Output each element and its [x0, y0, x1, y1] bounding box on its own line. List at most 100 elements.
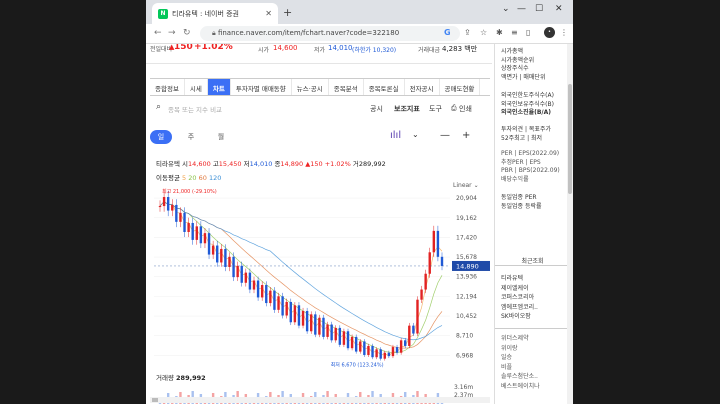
nav-tab[interactable]: 공매도현황 — [440, 79, 481, 95]
candle-body — [322, 317, 325, 337]
maximize-icon[interactable]: ☐ — [535, 4, 543, 14]
nav-tab[interactable]: 전자공시 — [405, 79, 440, 95]
candle-body — [171, 204, 174, 211]
y-tick-label: 20,904 — [456, 195, 477, 202]
new-tab-icon[interactable]: + — [283, 6, 292, 19]
open-value: 14,600 — [273, 44, 298, 52]
candle-body — [416, 299, 419, 334]
indicator-button[interactable]: 보조지표 — [394, 104, 420, 114]
y-tick-label: 19,162 — [456, 215, 477, 222]
low-value: 14,010 — [328, 44, 353, 52]
browser-tab[interactable]: N 티라유텍 : 네이버 증권 ✕ — [152, 3, 278, 24]
compare-search-input[interactable]: 종목 또는 지수 비교 — [168, 104, 222, 114]
address-bar-row: ← → ↻ 🔒︎ finance.naver.com/item/fchart.n… — [146, 24, 573, 44]
low-label: 저가 — [314, 47, 326, 54]
current-price-label: 14,890 — [456, 262, 479, 270]
open-value: 14,600 — [187, 160, 211, 168]
low-limit: (하한가 10,320) — [352, 47, 397, 54]
candle-body — [399, 340, 403, 353]
tools-button[interactable]: 도구 — [429, 104, 442, 114]
bookmark-star-icon[interactable]: ☆ — [480, 28, 487, 37]
candle-body — [220, 248, 223, 263]
ma-120: 120 — [208, 174, 222, 182]
reload-icon[interactable]: ↻ — [183, 28, 191, 38]
nav-tab[interactable]: 종합정보 — [150, 79, 185, 95]
candle-body — [187, 222, 190, 232]
candle-body — [277, 296, 280, 310]
close-window-icon[interactable]: ✕ — [555, 4, 563, 14]
page-content: 전일대비 ▲ 150 +1.02% 시가 14,600 저가 14,010 (하… — [146, 44, 573, 404]
share-icon[interactable]: ⇪ — [464, 28, 471, 37]
volume-tick-label: 3.16m — [454, 384, 473, 391]
y-tick-label: 8,710 — [456, 333, 473, 340]
candle-body — [338, 327, 342, 345]
candle-body — [391, 347, 395, 357]
candle-body — [297, 305, 301, 326]
volume-title: 거래량 — [156, 374, 174, 382]
candle-body — [314, 314, 317, 335]
profile-avatar[interactable]: • — [544, 27, 555, 38]
horizontal-scrollbar[interactable] — [150, 397, 490, 403]
candle-body — [244, 272, 248, 283]
scroll-thumb[interactable] — [568, 84, 572, 194]
volume-info: 거래량 289,992 — [156, 372, 206, 382]
ticker-change: 150 — [174, 44, 193, 52]
forward-icon[interactable]: → — [168, 28, 176, 38]
print-button[interactable]: 인쇄 — [459, 104, 472, 114]
stock-nav-tabs: 종합정보 시세 차트 투자자별 매매동향 뉴스·공시 종목분석 종목토론실 전자공시 공매도현황 — [150, 78, 490, 96]
candle-body — [350, 336, 354, 349]
minimize-icon[interactable]: — — [517, 4, 526, 14]
vertical-scrollbar[interactable] — [567, 44, 573, 404]
candle-body — [232, 256, 235, 278]
price-chart[interactable]: 20,904 19,162 17,420 15,678 13,936 12,194 10,4… — [150, 182, 490, 372]
nav-tab[interactable]: 투자자별 매매동향 — [231, 79, 292, 95]
search-icon[interactable]: ⌕ — [156, 102, 161, 112]
candle-body — [240, 265, 243, 283]
change-pct: +1.02% — [324, 160, 351, 168]
y-tick-label: 13,936 — [456, 274, 477, 281]
reading-list-icon[interactable]: ≡ — [511, 28, 518, 37]
candle-body — [211, 245, 215, 255]
valuation-section: PER | EPS(2022.09) 추정PER | EPS PBR | BPS(2… — [501, 150, 560, 183]
google-lens-icon[interactable]: G — [444, 28, 451, 37]
candle-body — [236, 265, 239, 278]
side-panel-icon[interactable]: ▯ — [526, 28, 530, 37]
popular-list[interactable]: 위더스제약 위이랑 일승 비플 솔루스첨단소.. 베스트에이치나 — [501, 334, 540, 391]
price-info-line: 티라유텍 시14,600 고15,450 저14,010 종14,890 ▲15… — [156, 158, 386, 168]
chevron-down-icon[interactable]: ⌄ — [412, 130, 419, 139]
y-tick-label: 12,194 — [456, 293, 477, 300]
nav-tab[interactable]: 차트 — [207, 79, 231, 95]
nav-tab[interactable]: 종목토론실 — [364, 79, 405, 95]
naver-favicon-icon: N — [158, 8, 168, 19]
amount-label: 거래대금 — [418, 47, 441, 54]
investment-opinion-section: 투자의견 | 목표주가 52주최고 | 최저 — [501, 126, 551, 142]
url-field[interactable]: 🔒︎ finance.naver.com/item/fchart.naver?c… — [200, 26, 460, 41]
candle-body — [363, 341, 366, 355]
zoom-out-icon[interactable]: — — [440, 130, 450, 141]
candle-body — [248, 272, 252, 290]
nav-tab[interactable]: 뉴스·공시 — [292, 79, 329, 95]
period-day[interactable]: 일 — [150, 130, 172, 144]
extensions-icon[interactable]: ✱ — [496, 28, 503, 37]
candle-body — [166, 197, 170, 211]
y-tick-label: 15,678 — [456, 254, 477, 261]
period-week[interactable]: 주 — [180, 130, 202, 144]
ticker-change-pct: +1.02% — [194, 44, 233, 52]
nav-tab[interactable]: 종목분석 — [329, 79, 364, 95]
back-icon[interactable]: ← — [154, 28, 162, 38]
nav-tab[interactable]: 시세 — [185, 79, 208, 95]
ma-20: 20 — [188, 174, 197, 182]
print-icon[interactable]: ⎙ — [451, 104, 457, 113]
candle-body — [424, 273, 427, 290]
scroll-thumb[interactable] — [152, 398, 158, 402]
candle-type-icon[interactable]: ılıl — [390, 130, 401, 141]
chevron-down-icon[interactable]: ⌄ — [502, 4, 510, 14]
close-tab-icon[interactable]: ✕ — [265, 9, 272, 18]
zoom-in-icon[interactable]: + — [462, 130, 470, 141]
browser-window: N 티라유텍 : 네이버 증권 ✕ + ⌄ — ☐ ✕ ← → ↻ 🔒︎ fin… — [146, 0, 573, 404]
menu-kebab-icon[interactable]: ⋮ — [560, 28, 568, 37]
period-month[interactable]: 월 — [210, 130, 232, 144]
recent-list[interactable]: 티라유텍 제이엘케이 코퍼스코리아 엠에프엠코리.. SK바이오팜 — [501, 274, 538, 322]
candle-body — [269, 290, 272, 304]
disclosure-button[interactable]: 공시 — [370, 104, 383, 114]
